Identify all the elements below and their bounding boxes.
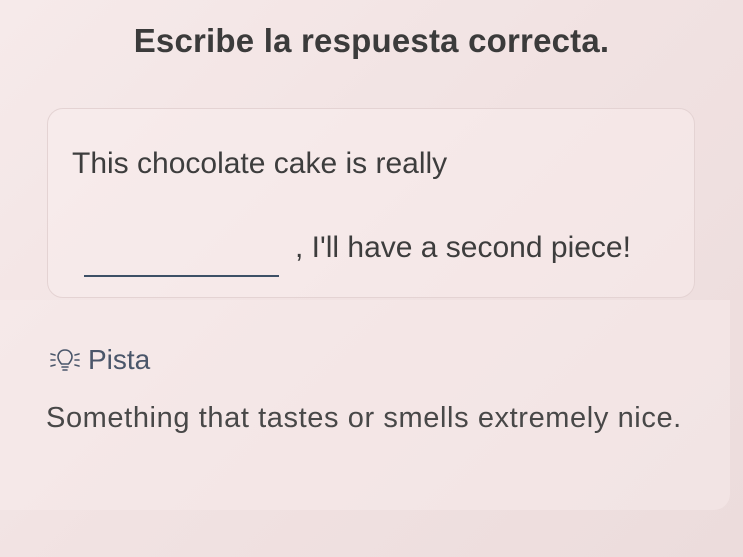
sentence-part-2: , I'll have a second piece! [295,231,631,264]
hint-header: Pista [48,344,150,376]
sentence-part-1: This chocolate cake is really [72,147,448,180]
hint-label: Pista [88,344,151,375]
exercise-screen: Escribe la respuesta correcta. This choc… [0,0,743,557]
hint-text: Something that tastes or smells extremel… [46,402,682,434]
instruction-title: Escribe la respuesta correcta. [133,22,610,59]
lightbulb-icon [48,346,82,374]
sentence-card: This chocolate cake is really , I'll hav… [47,108,695,298]
answer-blank-input[interactable] [84,205,279,277]
